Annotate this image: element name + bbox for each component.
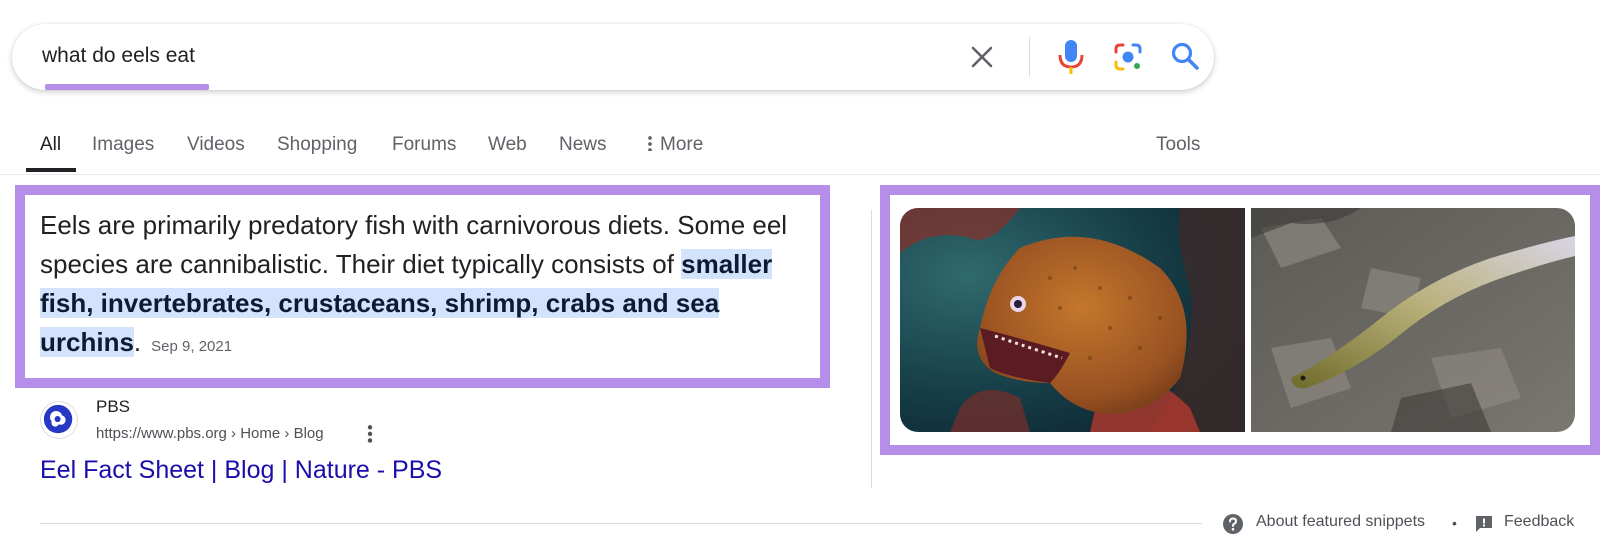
source-name[interactable]: PBS [96,397,130,417]
clear-icon[interactable] [968,43,996,71]
footer-divider [40,523,1202,524]
feedback-icon[interactable] [1474,514,1494,534]
snippet-text-plain: Eels are primarily predatory fish with c… [40,210,788,279]
lens-camera-icon[interactable] [1112,41,1144,73]
tab-images[interactable]: Images [92,134,154,156]
help-icon[interactable] [1222,513,1244,535]
tab-all[interactable]: All [40,134,61,156]
active-tab-indicator [26,168,76,172]
query-underline-annotation [45,84,209,90]
more-options-icon[interactable] [366,424,374,444]
more-vertical-icon [648,135,652,151]
tab-news[interactable]: News [559,134,607,156]
search-bar[interactable]: what do eels eat [12,24,1214,90]
search-input[interactable]: what do eels eat [42,44,195,68]
freshwater-eel-image[interactable] [1251,208,1575,432]
pbs-logo-icon[interactable] [40,401,78,439]
about-featured-snippets-link[interactable]: About featured snippets [1256,513,1425,531]
tab-web[interactable]: Web [488,134,527,156]
result-title-link[interactable]: Eel Fact Sheet | Blog | Nature - PBS [40,456,442,485]
search-icon[interactable] [1169,40,1201,72]
snippet-text-end: . [133,327,142,357]
moray-eel-image[interactable] [900,208,1245,432]
search-bar-divider [1029,37,1030,77]
tab-forums[interactable]: Forums [392,134,456,156]
microphone-icon[interactable] [1056,38,1086,76]
tab-more-label: More [660,134,704,155]
column-divider [871,210,872,488]
tools-button[interactable]: Tools [1156,134,1200,156]
tab-shopping[interactable]: Shopping [277,134,357,156]
snippet-date: Sep 9, 2021 [151,338,233,355]
tab-videos[interactable]: Videos [187,134,245,156]
tab-more[interactable]: More [648,134,703,156]
footer-separator: • [1452,515,1457,531]
search-tabs: All Images Videos Shopping Forums Web Ne… [0,120,1600,176]
feedback-link[interactable]: Feedback [1504,513,1574,531]
tabs-divider [0,174,1600,175]
featured-snippet-text: Eels are primarily predatory fish with c… [40,206,815,366]
source-url[interactable]: https://www.pbs.org › Home › Blog [96,425,324,442]
